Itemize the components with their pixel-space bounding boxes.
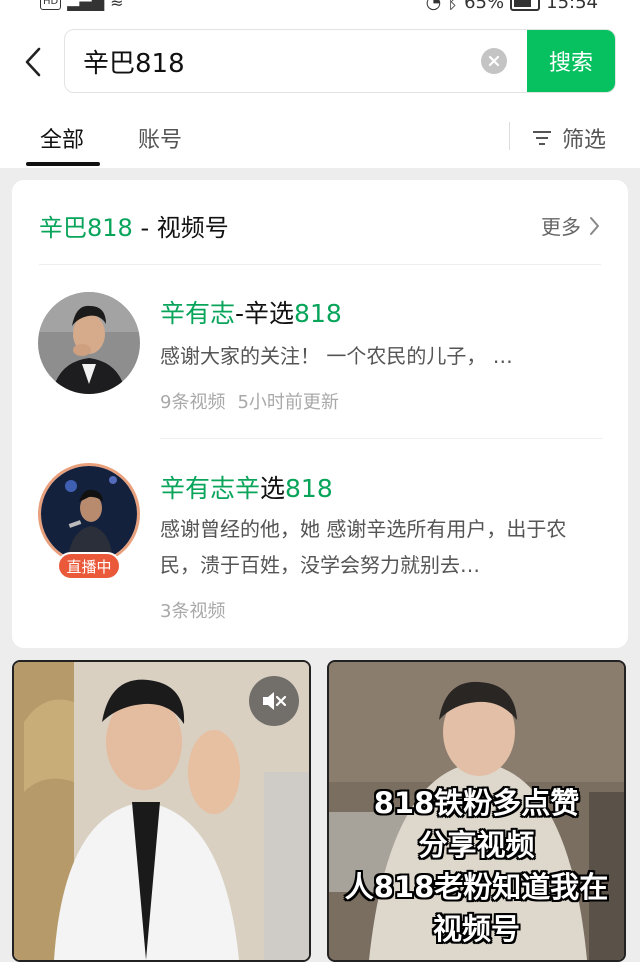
name-highlight: 818 xyxy=(294,299,342,328)
name-text: 选 xyxy=(260,474,286,503)
account-item[interactable]: 辛有志-辛选818 感谢大家的关注！ 一个农民的儿子， … 9条视频 5小时前更新 xyxy=(12,280,628,440)
video-caption-line: 人818老粉知道我在 xyxy=(344,870,609,904)
battery-icon xyxy=(510,0,541,11)
live-badge: 直播中 xyxy=(57,552,121,580)
back-button[interactable] xyxy=(18,42,48,82)
signal-icon: ▂▄▆ xyxy=(67,0,105,11)
status-bar: HD ▂▄▆ ≋ ◔ ᛒ 65% 15:54 xyxy=(0,0,640,14)
hd-badge: HD xyxy=(40,0,62,10)
avatar xyxy=(38,292,140,394)
tab-account[interactable]: 账号 xyxy=(138,122,182,154)
card-header: 辛巴818 - 视频号 更多 xyxy=(12,180,628,264)
video-caption-line: 分享视频 xyxy=(418,828,535,862)
battery-percent: 65% xyxy=(464,0,505,13)
mute-button[interactable] xyxy=(249,676,299,726)
search-input[interactable] xyxy=(65,30,529,92)
result-tabs: 全部 账号 筛选 xyxy=(0,110,640,168)
card-title-suffix: - 视频号 xyxy=(132,214,229,242)
video-caption-line: 视频号 xyxy=(432,912,520,946)
active-tab-indicator xyxy=(26,162,100,166)
name-highlight: 辛有志辛 xyxy=(160,474,261,503)
account-description: 感谢曾经的他，她 感谢辛选所有用户，出于农民，溃于百姓，没学会努力就别去… xyxy=(160,517,567,577)
search-header: 搜索 xyxy=(0,14,640,110)
wifi-icon: ≋ xyxy=(110,0,124,11)
clock: 15:54 xyxy=(546,0,598,13)
tab-divider xyxy=(509,122,510,150)
search-button[interactable]: 搜索 xyxy=(527,30,615,92)
account-meta: 9条视频 5小时前更新 xyxy=(160,388,339,414)
video-count: 9条视频 xyxy=(160,392,226,413)
avatar xyxy=(38,463,140,565)
video-caption-line: 818铁粉多点赞 xyxy=(373,786,580,820)
more-link[interactable]: 更多 xyxy=(541,211,600,240)
search-box: 搜索 xyxy=(64,29,616,93)
divider xyxy=(160,438,602,439)
clear-icon xyxy=(488,55,500,67)
account-name: 辛有志-辛选818 xyxy=(160,294,342,330)
back-arrow-icon xyxy=(25,47,41,77)
name-text: -辛选 xyxy=(235,299,295,328)
video-thumbnail[interactable]: 818铁粉多点赞 分享视频 人818老粉知道我在 视频号 xyxy=(327,660,626,962)
clear-button[interactable] xyxy=(481,48,507,74)
card-title: 辛巴818 - 视频号 xyxy=(39,208,229,243)
account-description: 感谢大家的关注！ 一个农民的儿子， … xyxy=(160,344,513,368)
card-title-keyword: 辛巴818 xyxy=(39,214,133,242)
update-time: 5小时前更新 xyxy=(237,392,339,413)
alarm-icon: ◔ xyxy=(425,0,442,13)
filter-label: 筛选 xyxy=(562,128,607,153)
tab-all[interactable]: 全部 xyxy=(40,122,84,154)
video-count: 3条视频 xyxy=(160,601,226,622)
divider xyxy=(39,264,601,265)
video-thumbnail[interactable] xyxy=(12,660,311,962)
name-highlight: 辛有志 xyxy=(160,299,236,328)
account-name: 辛有志辛选818 xyxy=(160,469,333,505)
filter-icon xyxy=(533,131,551,145)
filter-button[interactable]: 筛选 xyxy=(532,122,606,154)
channels-card: 辛巴818 - 视频号 更多 辛有志-辛选818 感谢大家的关注！ 一个农民的儿… xyxy=(12,180,628,648)
mute-icon xyxy=(263,692,287,710)
name-highlight: 818 xyxy=(285,474,333,503)
more-label: 更多 xyxy=(541,215,581,239)
chevron-right-icon xyxy=(590,216,599,235)
account-item[interactable]: 直播中 辛有志辛选818 感谢曾经的他，她 感谢辛选所有用户，出于农民，溃于百姓… xyxy=(12,455,628,635)
account-meta: 3条视频 xyxy=(160,597,225,623)
bluetooth-icon: ᛒ xyxy=(447,0,459,13)
